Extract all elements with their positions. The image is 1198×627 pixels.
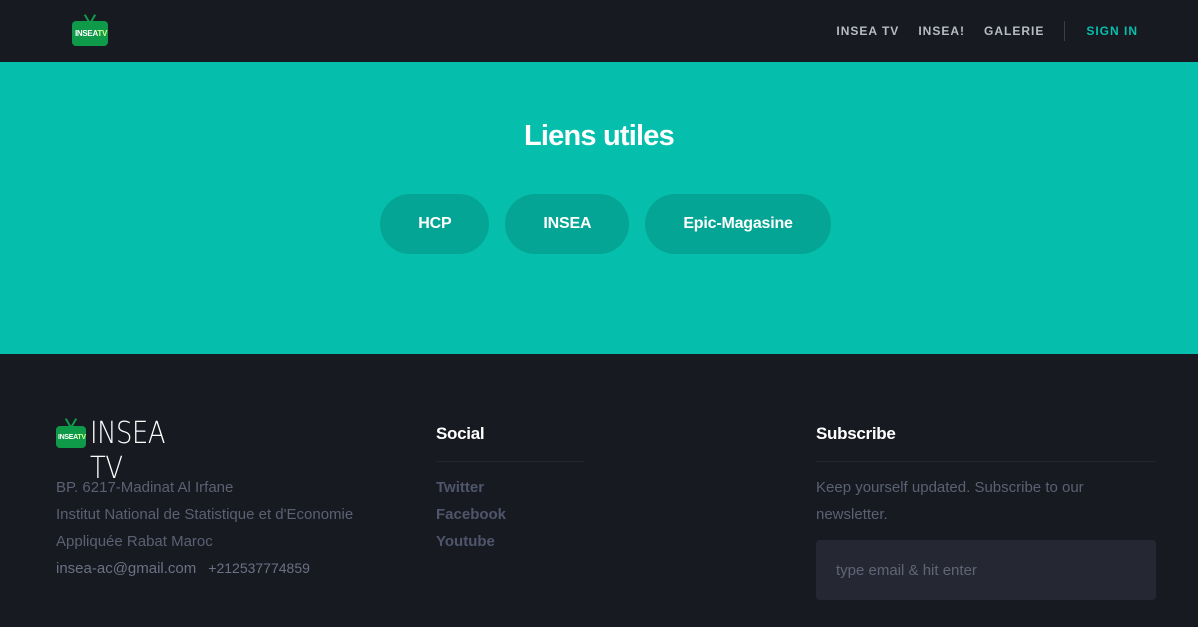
main-nav: INSEA TV INSEA! GALERIE SIGN IN bbox=[817, 0, 1138, 62]
logo-text: INSEATV bbox=[75, 29, 107, 38]
youtube-link[interactable]: Youtube bbox=[436, 528, 506, 555]
social-heading: Social bbox=[436, 424, 485, 443]
nav-link-galerie[interactable]: GALERIE bbox=[984, 24, 1044, 38]
social-links: Twitter Facebook Youtube bbox=[436, 474, 506, 555]
section-title: Liens utiles bbox=[524, 120, 675, 152]
address-line: Institut National de Statistique et d'Ec… bbox=[56, 506, 354, 523]
address-line: Appliquée Rabat Maroc bbox=[56, 533, 213, 550]
tv-icon: INSEATV bbox=[56, 418, 86, 448]
address: BP. 6217-Madinat Al Irfane Institut Nati… bbox=[56, 474, 353, 555]
twitter-link[interactable]: Twitter bbox=[436, 474, 506, 501]
insea-link-button[interactable]: INSEA bbox=[505, 194, 630, 254]
nav-link-insea-tv[interactable]: INSEA TV bbox=[836, 24, 899, 38]
footer-logo[interactable]: INSEATV INSEA TV bbox=[56, 416, 216, 486]
contact-info: insea-ac@gmail.com +212537774859 bbox=[56, 555, 310, 582]
sign-in-link[interactable]: SIGN IN bbox=[1086, 24, 1138, 38]
email-text: insea-ac@gmail.com bbox=[56, 560, 197, 577]
divider bbox=[436, 461, 584, 462]
nav-link-insea[interactable]: INSEA! bbox=[918, 24, 965, 38]
phone-text: +212537774859 bbox=[208, 560, 310, 576]
epic-magasine-link-button[interactable]: Epic-Magasine bbox=[645, 194, 831, 254]
nav-divider bbox=[1064, 21, 1066, 41]
subscribe-description: Keep yourself updated. Subscribe to our … bbox=[816, 479, 1084, 523]
logo-text: INSEATV bbox=[58, 434, 86, 441]
hcp-link-button[interactable]: HCP bbox=[380, 194, 490, 254]
top-navbar: INSEATV INSEA TV INSEA! GALERIE SIGN IN bbox=[0, 0, 1198, 62]
address-line: BP. 6217-Madinat Al Irfane bbox=[56, 479, 234, 496]
facebook-link[interactable]: Facebook bbox=[436, 501, 506, 528]
newsletter-email-input[interactable] bbox=[816, 540, 1156, 600]
divider bbox=[816, 461, 1156, 462]
footer: INSEATV INSEA TV BP. 6217-Madinat Al Irf… bbox=[0, 354, 1198, 627]
useful-links-section: Liens utiles HCP INSEA Epic-Magasine bbox=[0, 62, 1198, 354]
subscribe-heading: Subscribe bbox=[816, 424, 896, 443]
insea-tv-logo[interactable]: INSEATV bbox=[72, 14, 108, 46]
useful-links-buttons: HCP INSEA Epic-Magasine bbox=[0, 194, 1198, 254]
